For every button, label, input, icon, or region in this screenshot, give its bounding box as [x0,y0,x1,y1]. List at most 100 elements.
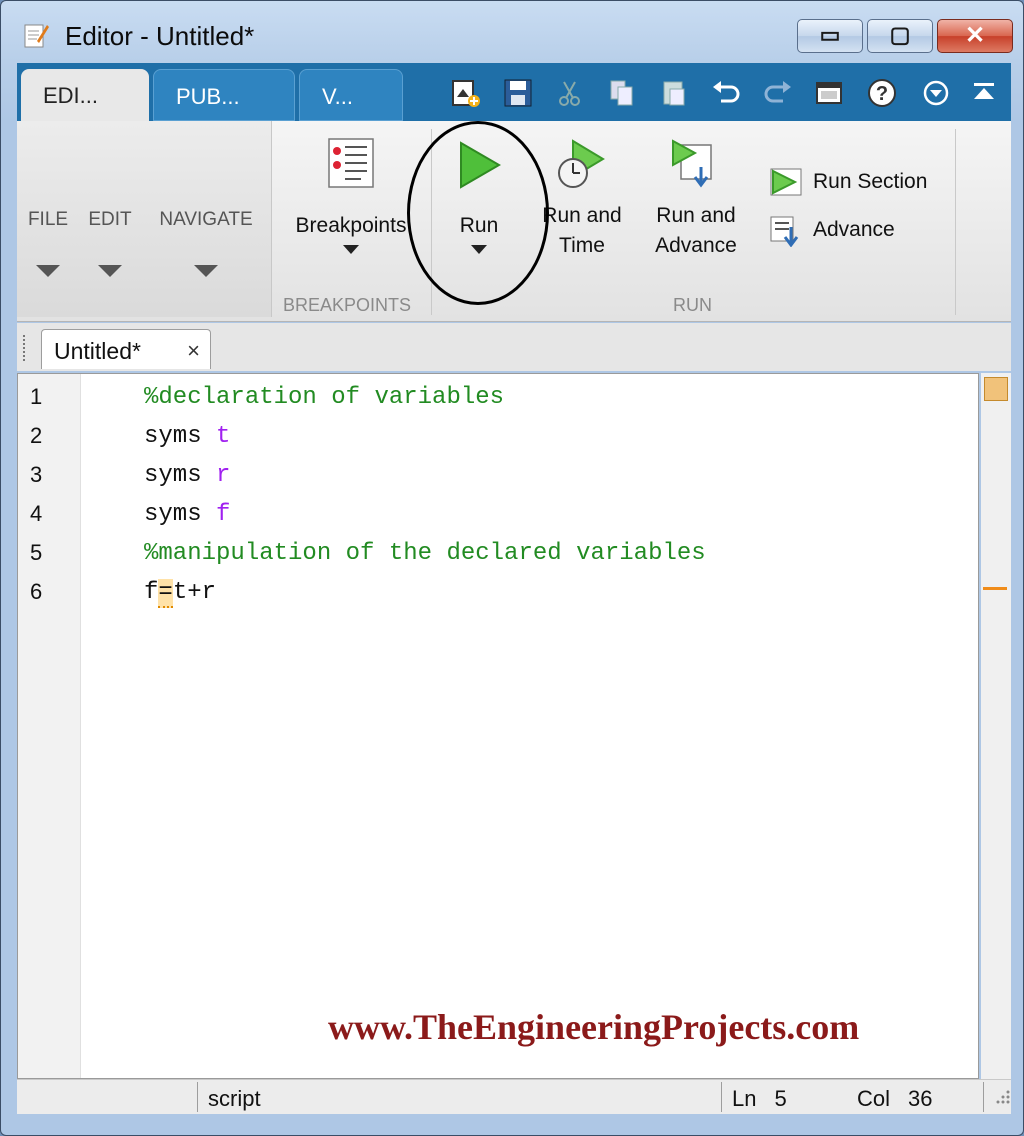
editor-app-icon [23,21,49,49]
highlighted-operator: = [158,579,173,608]
run-section-icon [770,168,802,196]
symbol-variable: f [216,501,231,528]
breakpoints-label: Breakpoints [295,214,407,237]
run-section-label: RUN [673,295,712,315]
run-advance-icon [672,139,712,188]
code-analyzer-bar [981,373,1011,1079]
run-and-advance-button[interactable]: Run and Advance [641,137,751,261]
drag-grip-icon[interactable] [23,335,29,361]
status-bar: script Ln 5 Col 36 [17,1079,1011,1114]
chevron-down-icon [194,265,218,277]
line-label: Ln [732,1086,757,1111]
options-icon[interactable] [919,77,953,109]
tab-editor[interactable]: EDI... [21,69,149,121]
line-number: 4 [30,501,43,526]
tab-view[interactable]: V... [299,69,403,121]
run-and-advance-label-2: Advance [655,234,737,257]
code-token: f [144,579,159,606]
symbol-variable: r [216,462,231,489]
run-and-time-button[interactable]: Run and Time [537,137,627,261]
maximize-icon: ▢ [889,22,911,47]
keyword: syms [144,462,217,489]
save-icon[interactable] [501,77,535,109]
chevron-down-icon [343,245,359,254]
document-tab-untitled[interactable]: Untitled* × [41,329,211,369]
code-text: syms f [144,501,230,528]
new-icon[interactable] [449,77,483,109]
document-tab-strip: Untitled* × [17,323,1011,371]
code-line: 5 %manipulation of the declared variable… [18,540,978,578]
advance-icon [770,216,799,247]
code-line: 6 f=t+r [18,579,978,617]
warning-status-icon[interactable] [984,377,1008,401]
code-text: syms r [144,462,230,489]
file-type-indicator: script [197,1082,717,1112]
run-section-label: Run Section [813,170,928,193]
code-text: f=t+r [144,579,217,608]
file-section[interactable]: FILE [17,121,80,317]
keyword: syms [144,423,217,450]
paste-icon[interactable] [657,77,691,109]
breakpoints-icon [328,138,374,188]
code-comment: %manipulation of the declared variables [144,540,706,567]
tab-publish[interactable]: PUB... [153,69,295,121]
copy-icon[interactable] [605,77,639,109]
symbol-variable: t [216,423,231,450]
cut-icon[interactable] [553,77,587,109]
title-bar[interactable]: Editor - Untitled* ▭ ▢ ✕ [1,1,1023,61]
minimize-button[interactable]: ▭ [797,19,863,53]
code-line: 2 syms t [18,423,978,461]
line-number: 6 [30,579,43,604]
minimize-icon: ▭ [819,22,841,47]
line-number: 5 [30,540,43,565]
keyword: syms [144,501,217,528]
code-token: t+r [172,579,217,606]
line-value: 5 [774,1086,787,1111]
code-comment: %declaration of variables [144,384,505,411]
watermark-text: www.TheEngineeringProjects.com [328,1007,860,1047]
run-and-time-label-2: Time [559,234,605,257]
run-section-button[interactable]: Run Section [767,165,927,199]
section-divider [955,129,956,315]
minimize-ribbon-icon[interactable] [967,77,1001,109]
resize-grip-icon[interactable] [983,1082,1011,1112]
code-line: 3 syms r [18,462,978,500]
annotation-circle [407,121,549,305]
close-button[interactable]: ✕ [937,19,1013,53]
line-number: 3 [30,462,43,487]
code-line: 4 syms f [18,501,978,539]
line-number: 2 [30,423,43,448]
maximize-button[interactable]: ▢ [867,19,933,53]
column-value: 36 [908,1086,933,1111]
redo-icon[interactable] [761,77,795,109]
edit-section[interactable]: EDIT [79,121,142,317]
window-icon[interactable] [813,77,847,109]
edit-label: EDIT [88,209,132,230]
chevron-down-icon [36,265,60,277]
run-and-time-label-1: Run and [542,204,622,227]
code-line: 1 %declaration of variables [18,384,978,422]
close-icon: ✕ [964,22,986,49]
line-indicator: Ln 5 [721,1082,847,1112]
warning-marker[interactable] [983,587,1007,590]
advance-label: Advance [813,218,895,241]
svg-text:?: ? [876,83,888,105]
undo-icon[interactable] [709,77,743,109]
run-and-advance-label-1: Run and [656,204,736,227]
breakpoints-button[interactable]: Breakpoints [283,135,419,254]
file-label: FILE [27,209,69,230]
breakpoints-section-label: BREAKPOINTS [283,295,412,315]
window-title: Editor - Untitled* [65,21,255,51]
navigate-label: NAVIGATE [159,209,253,230]
column-indicator: Col 36 [847,1082,979,1112]
column-label: Col [857,1086,891,1111]
line-number: 1 [30,384,43,409]
chevron-down-icon [98,265,122,277]
advance-button[interactable]: Advance [767,213,895,247]
close-tab-icon[interactable]: × [187,338,200,364]
help-icon[interactable]: ? [865,77,899,109]
document-tab-label: Untitled* [54,338,141,364]
stopwatch-run-icon [558,139,605,188]
navigate-section[interactable]: NAVIGATE [141,121,272,317]
code-editor[interactable]: 1 %declaration of variables 2 syms t 3 s… [17,373,979,1079]
